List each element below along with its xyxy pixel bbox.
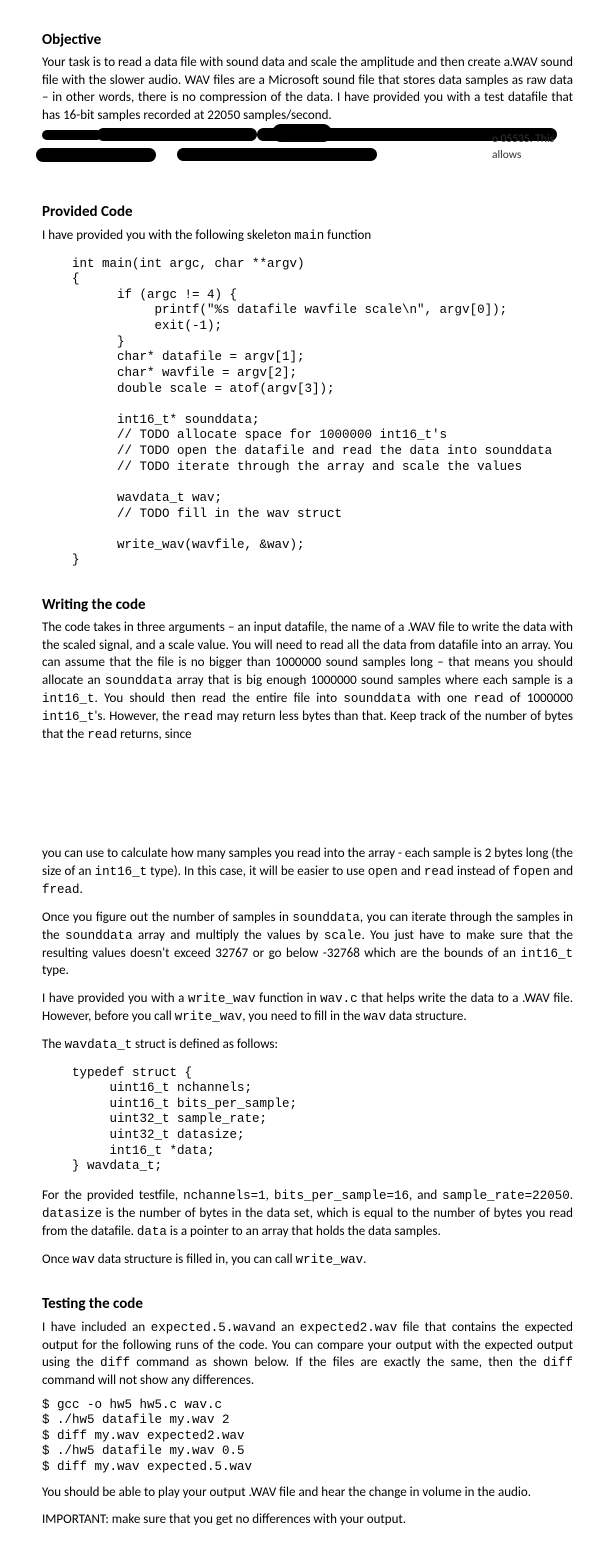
testing-p2: You should be able to play your output .…	[42, 1484, 573, 1502]
writing-p4: I have provided you with a write_wav fun…	[42, 990, 573, 1026]
provided-code-intro: I have provided you with the following s…	[42, 227, 573, 245]
heading-objective: Objective	[42, 30, 573, 50]
writing-p6: For the provided testfile, nchannels=1, …	[42, 1187, 573, 1241]
writing-p3: Once you figure out the number of sample…	[42, 909, 573, 980]
testing-p1: I have included an expected.5.wavand an …	[42, 1319, 573, 1390]
heading-provided-code: Provided Code	[42, 202, 573, 222]
main-function-code: int main(int argc, char **argv) { if (ar…	[72, 257, 573, 570]
objective-para: Your task is to read a data file with so…	[42, 54, 573, 124]
testing-commands: $ gcc -o hw5 hw5.c wav.c $ ./hw5 datafil…	[42, 1398, 573, 1476]
page-break-spacer	[42, 745, 573, 845]
struct-code: typedef struct { uint16_t nchannels; uin…	[72, 1066, 573, 1175]
redaction-area: o 05535. This allows	[42, 130, 573, 176]
testing-p3: IMPORTANT: make sure that you get no dif…	[42, 1511, 573, 1529]
heading-testing: Testing the code	[42, 1294, 573, 1314]
writing-p1: The code takes in three arguments – an i…	[42, 619, 573, 743]
writing-p2: you can use to calculate how many sample…	[42, 845, 573, 898]
writing-p5: The wavdata_t struct is defined as follo…	[42, 1036, 573, 1054]
heading-writing: Writing the code	[42, 595, 573, 615]
writing-p7: Once wav data structure is filled in, yo…	[42, 1251, 573, 1269]
